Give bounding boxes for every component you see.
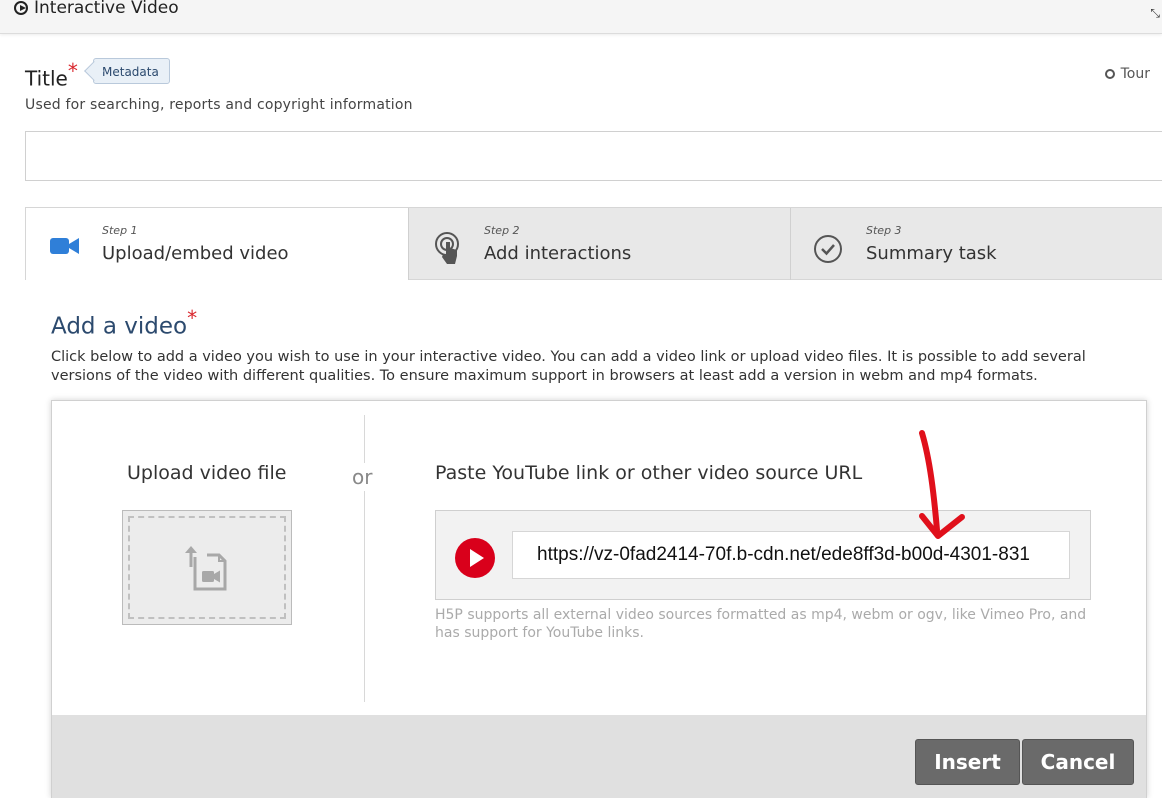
title-description: Used for searching, reports and copyrigh… — [25, 97, 413, 113]
touch-icon — [435, 232, 459, 264]
check-circle-icon — [814, 235, 842, 263]
upload-video-file-icon — [185, 546, 227, 591]
title-label: Title* — [25, 59, 78, 91]
tab-step: Step 1 — [102, 224, 138, 237]
cancel-button[interactable]: Cancel — [1022, 739, 1134, 785]
tab-step: Step 2 — [484, 224, 520, 237]
video-url-input[interactable] — [512, 531, 1070, 579]
required-mark: * — [67, 59, 78, 83]
top-bar: Interactive Video ⤡ — [0, 0, 1162, 34]
insert-button[interactable]: Insert — [915, 739, 1020, 785]
tab-add-interactions[interactable]: Step 2 Add interactions — [408, 208, 790, 280]
step-tabs: Step 1 Upload/embed video Step 2 Add int… — [25, 207, 1162, 280]
tab-label: Add interactions — [484, 243, 632, 264]
paste-url-label: Paste YouTube link or other video source… — [435, 462, 863, 484]
play-circle-icon — [14, 1, 28, 15]
tab-label: Summary task — [866, 243, 997, 264]
tab-step: Step 3 — [866, 224, 902, 237]
tour-button[interactable]: Tour — [1104, 66, 1150, 82]
compass-icon — [1104, 69, 1115, 79]
collapse-icon[interactable]: ⤡ — [1150, 6, 1160, 21]
youtube-play-icon — [455, 538, 495, 578]
tab-label: Upload/embed video — [102, 243, 289, 264]
video-source-hint: H5P supports all external video sources … — [435, 607, 1087, 641]
upload-video-label: Upload video file — [127, 462, 287, 484]
or-divider — [364, 415, 365, 702]
required-mark: * — [187, 306, 198, 330]
add-video-title: Add a video* — [51, 306, 198, 340]
title-input[interactable] — [25, 131, 1162, 181]
or-label: or — [352, 463, 373, 491]
app-title-text: Interactive Video — [34, 0, 179, 18]
tab-upload-embed-video[interactable]: Step 1 Upload/embed video — [26, 208, 408, 280]
video-camera-icon — [50, 238, 79, 254]
upload-video-button[interactable] — [122, 510, 292, 625]
tab-summary-task[interactable]: Step 3 Summary task — [790, 208, 1162, 280]
tour-label: Tour — [1120, 66, 1150, 82]
metadata-button[interactable]: Metadata — [93, 58, 170, 84]
add-video-description: Click below to add a video you wish to u… — [51, 349, 1086, 384]
app-title: Interactive Video — [14, 0, 179, 18]
